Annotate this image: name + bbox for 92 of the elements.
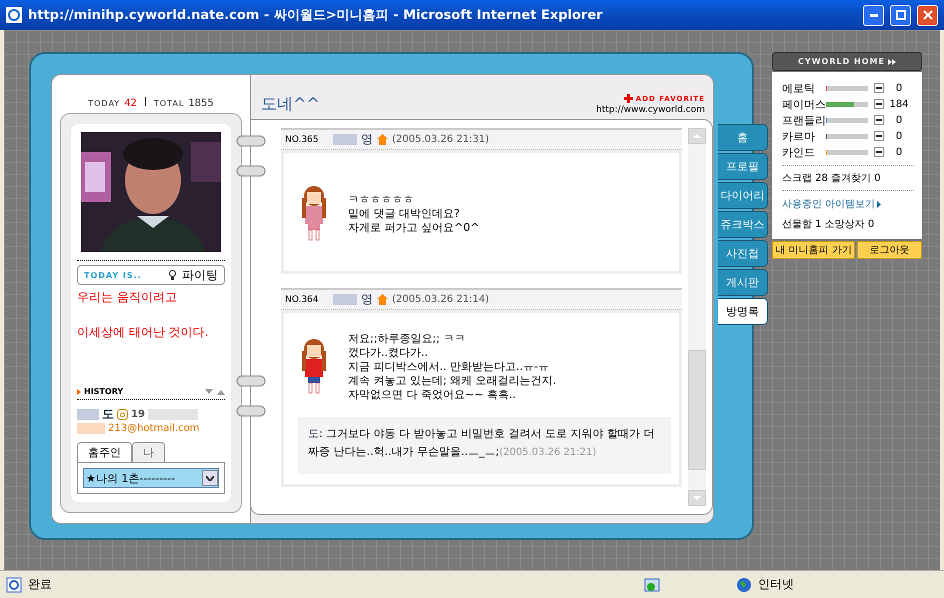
nav-tab[interactable]: 프로필: [718, 153, 768, 180]
close-icon: [922, 10, 932, 20]
scrap-count: 스크랩 28 즐겨찾기 0: [782, 172, 882, 185]
blurred-text: [333, 294, 357, 305]
minus-button[interactable]: [874, 147, 884, 157]
stat-name: 카인드: [782, 144, 816, 160]
stat-name: 카르마: [782, 128, 816, 144]
side-button[interactable]: 로그아웃: [857, 241, 922, 259]
arrow-icon: [877, 200, 882, 208]
entry-date: (2005.03.26 21:14): [392, 294, 490, 305]
cyworld-home-button[interactable]: CYWORLD HOME: [772, 52, 922, 71]
globe-icon: [736, 576, 752, 592]
maximize-icon: [896, 10, 906, 20]
up-arrow-icon: [693, 134, 701, 138]
friend-tab[interactable]: 홈주인: [77, 442, 132, 462]
minus-icon: [876, 103, 882, 105]
history-label: HISTORY: [84, 387, 124, 396]
status-text: 완료: [28, 576, 53, 593]
nav-tab[interactable]: 쥬크박스: [718, 211, 768, 238]
stat-name: 페이머스: [782, 96, 826, 112]
status-message: 우리는 움직이려고: [77, 289, 178, 306]
browser-icon: [6, 7, 22, 23]
friend-select[interactable]: ★나의 1촌---------: [83, 468, 219, 488]
page-title: 도네^^: [261, 94, 320, 115]
entry-text: 저요;;하루종일요;; ㅋㅋ 껐다가..켰다가.. 지금 피디박스에서.. 만화받는다고..ㅠ-ㅠ 계속 켜놓고 있는데; 왜케 오래걸리는건지. 자막없으면 다 죽었어요~~ 흑흑..: [348, 332, 556, 402]
items-link[interactable]: 사용중인 아이템보기: [782, 197, 914, 211]
zone-text: 인터넷: [758, 576, 795, 593]
email-text: 213@hotmail.com: [108, 423, 200, 434]
minimize-button[interactable]: [863, 4, 884, 26]
minus-icon: [876, 151, 882, 153]
nav-tab[interactable]: 사진첩: [718, 240, 768, 267]
nav-tab[interactable]: 게시판: [718, 269, 768, 296]
reply-text: 도: 그거보다 야동 다 받아놓고 비밀번호 걸려서 도로 지워야 할때가 더 짜증 난다는..헉..내가 무슨말을..ㅡ_ㅡ;(2005.03.26 21:21): [298, 417, 671, 474]
blurred-text: [77, 409, 99, 420]
total-label: TOTAL: [154, 99, 184, 108]
birth-date: 19: [131, 409, 145, 420]
down-arrow-icon: [693, 496, 701, 500]
entry-text: ㅋㅎㅎㅎㅎㅎ 밑에 댓글 대박인데요? 자게로 퍼가고 싶어요^0^: [348, 193, 480, 235]
page-icon: [6, 576, 22, 592]
minus-icon: [876, 119, 882, 121]
entry-date: (2005.03.26 21:31): [392, 134, 490, 145]
dropdown-button[interactable]: [202, 470, 218, 486]
entry-number: NO.365: [285, 134, 320, 144]
nav-tab[interactable]: 다이어리: [718, 182, 768, 209]
lightbulb-icon: [169, 270, 176, 280]
side-button[interactable]: 내 미니홈피 가기: [772, 241, 856, 259]
today-label: TODAY: [88, 99, 120, 108]
security-icon: [644, 576, 660, 592]
minus-icon: [876, 135, 882, 137]
author-name[interactable]: 영: [361, 131, 373, 148]
total-count: 1855: [188, 98, 214, 109]
minus-button[interactable]: [874, 99, 884, 109]
scroll-thumb[interactable]: [688, 350, 706, 470]
minus-button[interactable]: [874, 83, 884, 93]
mood-text: 파이팅: [182, 266, 218, 284]
stat-name: 에로틱: [782, 80, 816, 96]
today-count: 42: [124, 98, 137, 109]
binder-ring-icon: [236, 405, 266, 417]
arrow-icon: [77, 388, 81, 394]
friend-tab[interactable]: 나: [132, 442, 165, 462]
today-is-label: TODAY IS..: [84, 270, 143, 280]
window-title: http://minihp.cyworld.nate.com - 싸이월드>미니홈피 - Microsoft Internet Explorer: [28, 7, 604, 24]
minus-button[interactable]: [874, 115, 884, 125]
entry-number: NO.364: [285, 294, 320, 304]
binder-ring-icon: [236, 165, 266, 177]
minus-icon: [876, 87, 882, 89]
close-button[interactable]: [917, 4, 938, 26]
status-message: 이세상에 태어난 것이다.: [77, 324, 210, 341]
binder-ring-icon: [236, 375, 266, 387]
homepage-url: http://www.cyworld.com: [596, 105, 705, 115]
minus-button[interactable]: [874, 131, 884, 141]
author-name[interactable]: 영: [361, 291, 373, 308]
blurred-text: [148, 409, 198, 420]
minimize-icon: [870, 14, 878, 16]
expand-collapse-icon: [205, 388, 225, 394]
gift-count: 선물함 1 소망상자 0: [782, 218, 876, 231]
stat-count: 0: [894, 146, 904, 158]
stat-count: 184: [888, 98, 910, 110]
stat-name: 프랜들리: [782, 112, 826, 128]
blurred-text: [333, 134, 357, 145]
caret-icon: [206, 476, 214, 480]
nav-tab[interactable]: 방명록: [718, 298, 768, 325]
stat-count: 0: [894, 130, 904, 142]
blurred-text: [77, 423, 105, 434]
maximize-button[interactable]: [890, 4, 911, 26]
plus-icon: [624, 94, 633, 103]
owner-name: 도: [102, 406, 114, 423]
binder-ring-icon: [236, 135, 266, 147]
double-arrow-icon: [888, 58, 896, 64]
nav-tab[interactable]: 홈: [718, 124, 768, 151]
stat-count: 0: [894, 114, 904, 126]
stat-count: 0: [894, 82, 904, 94]
